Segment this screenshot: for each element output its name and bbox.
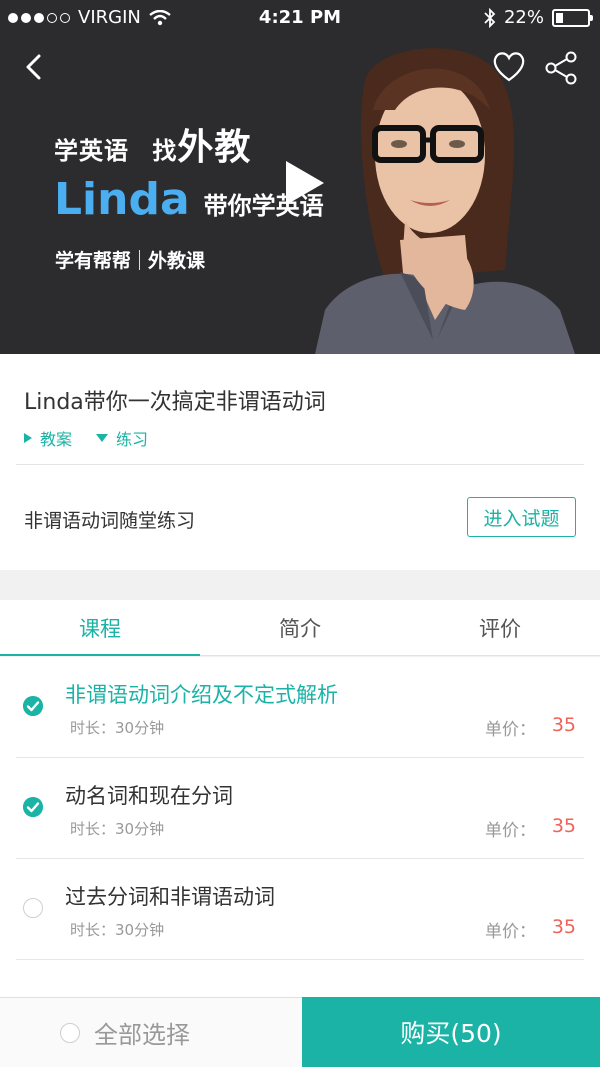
select-all-label: 全部选择	[94, 1021, 190, 1049]
chip-lesson-plan[interactable]: 教案	[24, 426, 72, 450]
select-all-toggle[interactable]: 全部选择	[0, 997, 302, 1067]
bluetooth-icon	[484, 7, 496, 28]
lesson-price: 35	[551, 916, 576, 938]
practice-label: 非谓语动词随堂练习	[24, 510, 196, 532]
hero-text-learn: 学英语	[54, 137, 129, 165]
unchecked-circle-icon[interactable]	[23, 898, 43, 918]
lesson-price: 35	[551, 815, 576, 837]
enter-quiz-button[interactable]: 进入试题	[467, 497, 576, 537]
price-label: 单价：	[485, 720, 536, 740]
lesson-row[interactable]: 动名词和现在分词 时长：30分钟 单价： 35	[16, 758, 584, 859]
heart-icon[interactable]	[490, 50, 528, 84]
tab-bar: 课程 简介 评价	[0, 600, 600, 656]
brand-divider	[139, 249, 141, 270]
check-icon[interactable]	[23, 696, 43, 716]
buy-button[interactable]: 购买(50)	[302, 997, 600, 1067]
chip-exercise[interactable]: 练习	[96, 426, 148, 450]
teacher-name: Linda	[54, 174, 190, 225]
share-icon[interactable]	[543, 50, 579, 86]
chip-label: 教案	[40, 430, 73, 449]
course-title: Linda带你一次搞定非谓语动词	[24, 390, 326, 415]
hero-text-find: 找	[152, 137, 178, 165]
tab-course[interactable]: 课程	[0, 600, 200, 656]
status-bar: VIRGIN 4:21 PM 22%	[0, 0, 600, 34]
status-right: 22%	[484, 7, 593, 28]
divider	[16, 464, 584, 465]
brand-course: 外教课	[148, 250, 206, 272]
caret-down-icon	[96, 434, 109, 442]
tab-reviews[interactable]: 评价	[400, 600, 600, 655]
lesson-duration: 时长：30分钟	[70, 820, 165, 838]
lesson-name: 过去分词和非谓语动词	[65, 885, 275, 909]
tab-intro[interactable]: 简介	[200, 600, 400, 655]
course-resources: 教案 练习	[24, 426, 148, 450]
lesson-name: 非谓语动词介绍及不定式解析	[65, 683, 338, 707]
brand-name: 学有帮帮	[55, 250, 132, 272]
lesson-duration: 时长：30分钟	[70, 921, 165, 939]
hero-headline: 学英语 找外教	[54, 118, 251, 170]
lesson-name: 动名词和现在分词	[65, 784, 233, 808]
unchecked-circle-icon[interactable]	[60, 1022, 80, 1043]
caret-right-icon	[24, 433, 32, 443]
battery-percent: 22%	[503, 7, 544, 28]
price-label: 单价：	[485, 821, 536, 841]
lesson-price: 35	[551, 714, 576, 736]
hero-banner: VIRGIN 4:21 PM 22% 学英语 找外教 Linda 带你学英语 学…	[0, 0, 600, 354]
battery-icon	[552, 8, 593, 27]
bottom-bar: 全部选择 购买(50)	[0, 997, 600, 1067]
play-icon[interactable]	[278, 158, 328, 208]
hero-brand: 学有帮帮 外教课	[55, 246, 205, 273]
price-label: 单价：	[485, 922, 536, 942]
lesson-duration: 时长：30分钟	[70, 719, 165, 737]
check-icon[interactable]	[23, 797, 43, 817]
lesson-row[interactable]: 过去分词和非谓语动词 时长：30分钟 单价： 35	[16, 859, 584, 960]
lesson-row[interactable]: 非谓语动词介绍及不定式解析 时长：30分钟 单价： 35	[16, 657, 584, 758]
chip-label: 练习	[116, 430, 149, 449]
hero-text-foreign-teacher: 外教	[177, 127, 252, 168]
lesson-list: 非谓语动词介绍及不定式解析 时长：30分钟 单价： 35 动名词和现在分词 时长…	[0, 657, 600, 997]
back-icon[interactable]	[18, 50, 52, 84]
course-header: Linda带你一次搞定非谓语动词 教案 练习 非谓语动词随堂练习 进入试题	[0, 354, 600, 570]
teacher-portrait	[315, 48, 575, 354]
battery-fill	[556, 12, 563, 23]
